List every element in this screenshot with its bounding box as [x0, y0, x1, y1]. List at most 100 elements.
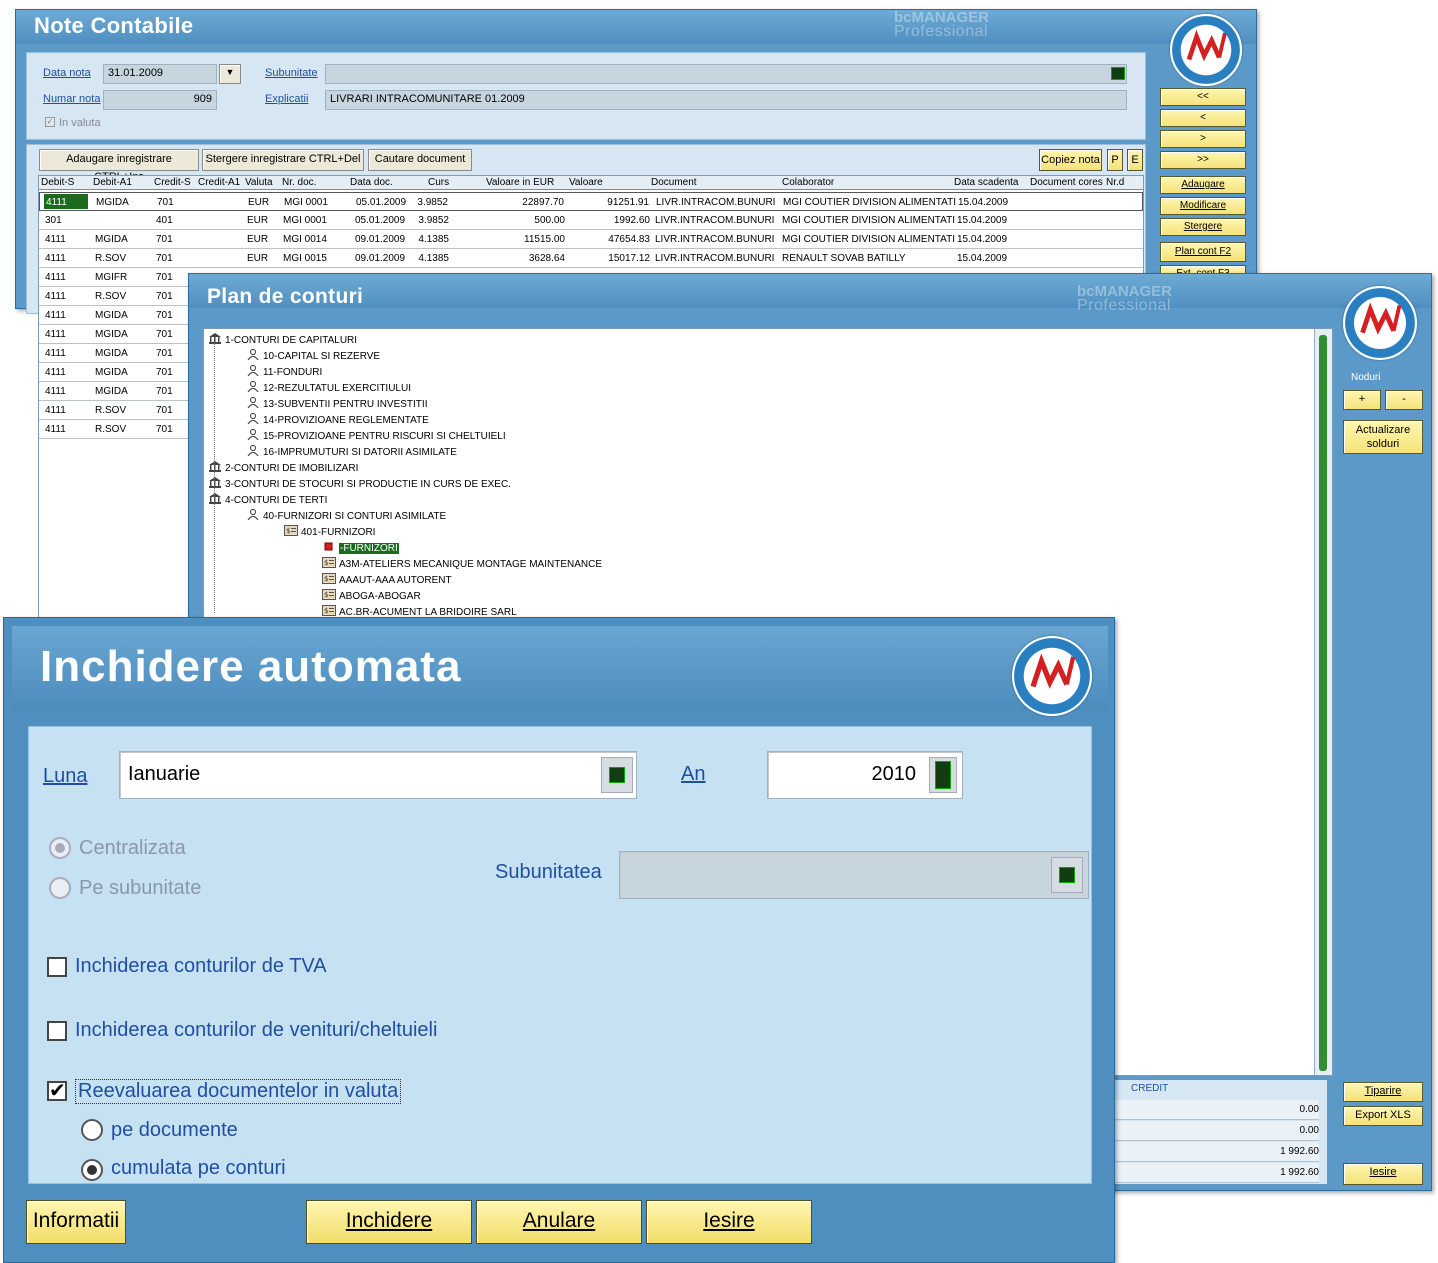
venituri-checkbox[interactable]	[47, 1021, 67, 1041]
tree-node[interactable]: 13-SUBVENTII PENTRU INVESTITII	[246, 397, 427, 411]
side-button-4[interactable]: Adaugare	[1160, 176, 1246, 194]
table-cell: 09.01.2009	[355, 234, 406, 245]
tree-node-label: 1-CONTURI DE CAPITALURI	[225, 335, 358, 346]
update-balances-button[interactable]: Actualizare solduri	[1343, 420, 1423, 454]
side-button-1[interactable]: <	[1160, 109, 1246, 127]
tree-node[interactable]: 12-REZULTATUL EXERCITIULUI	[246, 381, 411, 395]
table-cell: 15.04.2009	[957, 234, 1008, 245]
export-xls-button[interactable]: Export XLS	[1343, 1106, 1423, 1126]
centralizata-radio[interactable]	[49, 837, 71, 859]
tree-node[interactable]: 14-PROVIZIOANE REGLEMENTATE	[246, 413, 429, 427]
col-colaborator: Colaborator	[782, 177, 835, 188]
tree-node[interactable]: 15-PROVIZIOANE PENTRU RISCURI SI CHELTUI…	[246, 429, 506, 443]
tree-node[interactable]: $ AAAUT-AAA AUTORENT	[322, 573, 452, 587]
luna-picker-button[interactable]	[601, 757, 633, 793]
expand-nodes-button[interactable]: +	[1343, 390, 1381, 410]
informatii-button[interactable]: Informatii	[26, 1200, 126, 1244]
col-curs: Curs	[428, 177, 450, 188]
table-cell: 15.04.2009	[957, 215, 1008, 226]
table-cell: 15.04.2009	[958, 197, 1009, 208]
note-contabile-window: Note Contabile bcMANAGER Professional Da…	[15, 9, 1257, 645]
tree-node-label: 401-FURNIZORI	[301, 527, 376, 538]
tree-scrollbar[interactable]	[1314, 329, 1332, 1075]
tva-checkbox[interactable]	[47, 957, 67, 977]
reevaluare-checkbox[interactable]: ✔	[47, 1081, 67, 1101]
table-cell: 4111	[45, 234, 66, 245]
data-nota-field[interactable]: 31.01.2009	[103, 64, 217, 84]
delete-entry-button[interactable]: Stergere inregistrare CTRL+Del	[202, 149, 364, 171]
tree-node-label: 11-FONDURI	[263, 367, 323, 378]
tree-node[interactable]: 2-CONTURI DE IMOBILIZARI	[208, 461, 358, 475]
pe-documente-radio[interactable]	[81, 1119, 103, 1141]
side-button-7[interactable]: Plan cont F2	[1160, 242, 1246, 262]
col-document: Document	[651, 177, 697, 188]
data-nota-dropdown-button[interactable]: ▼	[219, 64, 241, 84]
luna-field[interactable]: Ianuarie	[119, 751, 637, 799]
credit-totals: CREDIT 0.00 0.00 1 992.60 1 992.60	[1115, 1080, 1327, 1184]
pe-subunitate-label: Pe subunitate	[79, 877, 202, 899]
explicatii-field[interactable]: LIVRARI INTRACOMUNITARE 01.2009	[325, 90, 1127, 110]
table-row[interactable]: 4111 MGIDA 701 EUR MGI 0001 05.01.2009 3.9852 2…	[39, 192, 1143, 211]
tree-node-label: 13-SUBVENTII PENTRU INVESTITII	[263, 399, 428, 410]
tree-node[interactable]: $401-FURNIZORI	[284, 525, 375, 539]
col-nr-d: Nr.d	[1106, 177, 1125, 188]
tree-node[interactable]: 16-IMPRUMUTURI SI DATORII ASIMILATE	[246, 445, 457, 459]
plan-exit-button[interactable]: Iesire	[1343, 1163, 1423, 1185]
an-spinner-button[interactable]	[929, 757, 957, 793]
tree-node[interactable]: $ ABOGA-ABOGAR	[322, 589, 421, 603]
tree-node[interactable]: 10-CAPITAL SI REZERVE	[246, 349, 380, 363]
e-button[interactable]: E	[1127, 149, 1143, 171]
tree-node[interactable]: 1-CONTURI DE CAPITALURI	[208, 333, 357, 347]
table-cell: MGI COUTIER DIVISION ALIMENTATI	[782, 215, 955, 226]
in-valuta-label: In valuta	[59, 117, 101, 129]
svg-text:$: $	[324, 559, 328, 567]
an-spinner-icon	[935, 761, 951, 789]
tree-node-label: 16-IMPRUMUTURI SI DATORII ASIMILATE	[263, 447, 457, 458]
print-button[interactable]: Tiparire	[1343, 1082, 1423, 1102]
collapse-nodes-button[interactable]: -	[1385, 390, 1423, 410]
cumulata-radio[interactable]	[81, 1159, 103, 1181]
bcmanager-logo-icon	[1012, 636, 1092, 716]
person-icon	[246, 381, 263, 394]
svg-text:$: $	[286, 527, 290, 535]
side-button-5[interactable]: Modificare	[1160, 197, 1246, 215]
side-button-2[interactable]: >	[1160, 130, 1246, 148]
table-row[interactable]: 4111 MGIDA 701 EUR MGI 0014 09.01.2009 4.1385 1…	[39, 230, 1143, 249]
numar-nota-field[interactable]: 909	[103, 90, 217, 110]
copy-note-button[interactable]: Copiez nota	[1039, 149, 1102, 171]
col-valoare-eur: Valoare in EUR	[486, 177, 555, 188]
subunitate-field[interactable]	[325, 64, 1127, 84]
side-button-3[interactable]: >>	[1160, 151, 1246, 169]
anulare-button[interactable]: Anulare	[476, 1200, 642, 1244]
numar-nota-label: Numar nota	[43, 93, 101, 105]
subunitate-picker-button[interactable]	[1111, 67, 1125, 80]
pe-subunitate-radio[interactable]	[49, 877, 71, 899]
tree-node[interactable]: 11-FONDURI	[246, 365, 322, 379]
subunitatea-field[interactable]	[619, 851, 1089, 899]
tree-node[interactable]: -FURNIZORI	[322, 541, 399, 555]
table-row[interactable]: 301 401 EUR MGI 0001 05.01.2009 3.9852 500.00 1…	[39, 211, 1143, 230]
subunitatea-picker-button[interactable]	[1051, 857, 1083, 893]
tree-node[interactable]: $ A3M-ATELIERS MECANIQUE MONTAGE MAINTENA…	[322, 557, 602, 571]
tree-node[interactable]: 40-FURNIZORI SI CONTURI ASIMILATE	[246, 509, 446, 523]
iesire-button[interactable]: Iesire	[646, 1200, 812, 1244]
table-cell: 4111	[45, 386, 66, 397]
side-button-0[interactable]: <<	[1160, 88, 1246, 106]
add-entry-button[interactable]: Adaugare inregistrare CTRL+Ins	[39, 149, 199, 183]
side-button-6[interactable]: Stergere	[1160, 218, 1246, 236]
tree-node-label: 12-REZULTATUL EXERCITIULUI	[263, 383, 411, 394]
table-cell: 11515.00	[524, 234, 565, 245]
p-button[interactable]: P	[1107, 149, 1123, 171]
col-document-cores: Document cores	[1030, 177, 1103, 188]
inchidere-button[interactable]: Inchidere	[306, 1200, 472, 1244]
tree-node[interactable]: 3-CONTURI DE STOCURI SI PRODUCTIE IN CUR…	[208, 477, 511, 491]
pe-documente-label: pe documente	[111, 1119, 238, 1141]
note-window-title: Note Contabile	[34, 13, 194, 38]
table-cell: LIVR.INTRACOM.BUNURI	[655, 253, 775, 264]
tree-node[interactable]: 4-CONTURI DE TERTI	[208, 493, 327, 507]
in-valuta-checkbox[interactable]: ✓	[45, 117, 55, 127]
table-row[interactable]: 4111 R.SOV 701 EUR MGI 0015 09.01.2009 4.1385 3…	[39, 249, 1143, 268]
ledger-icon: $	[284, 525, 301, 538]
tree-scrollbar-thumb[interactable]	[1319, 335, 1327, 1071]
search-document-button[interactable]: Cautare document	[368, 149, 472, 171]
